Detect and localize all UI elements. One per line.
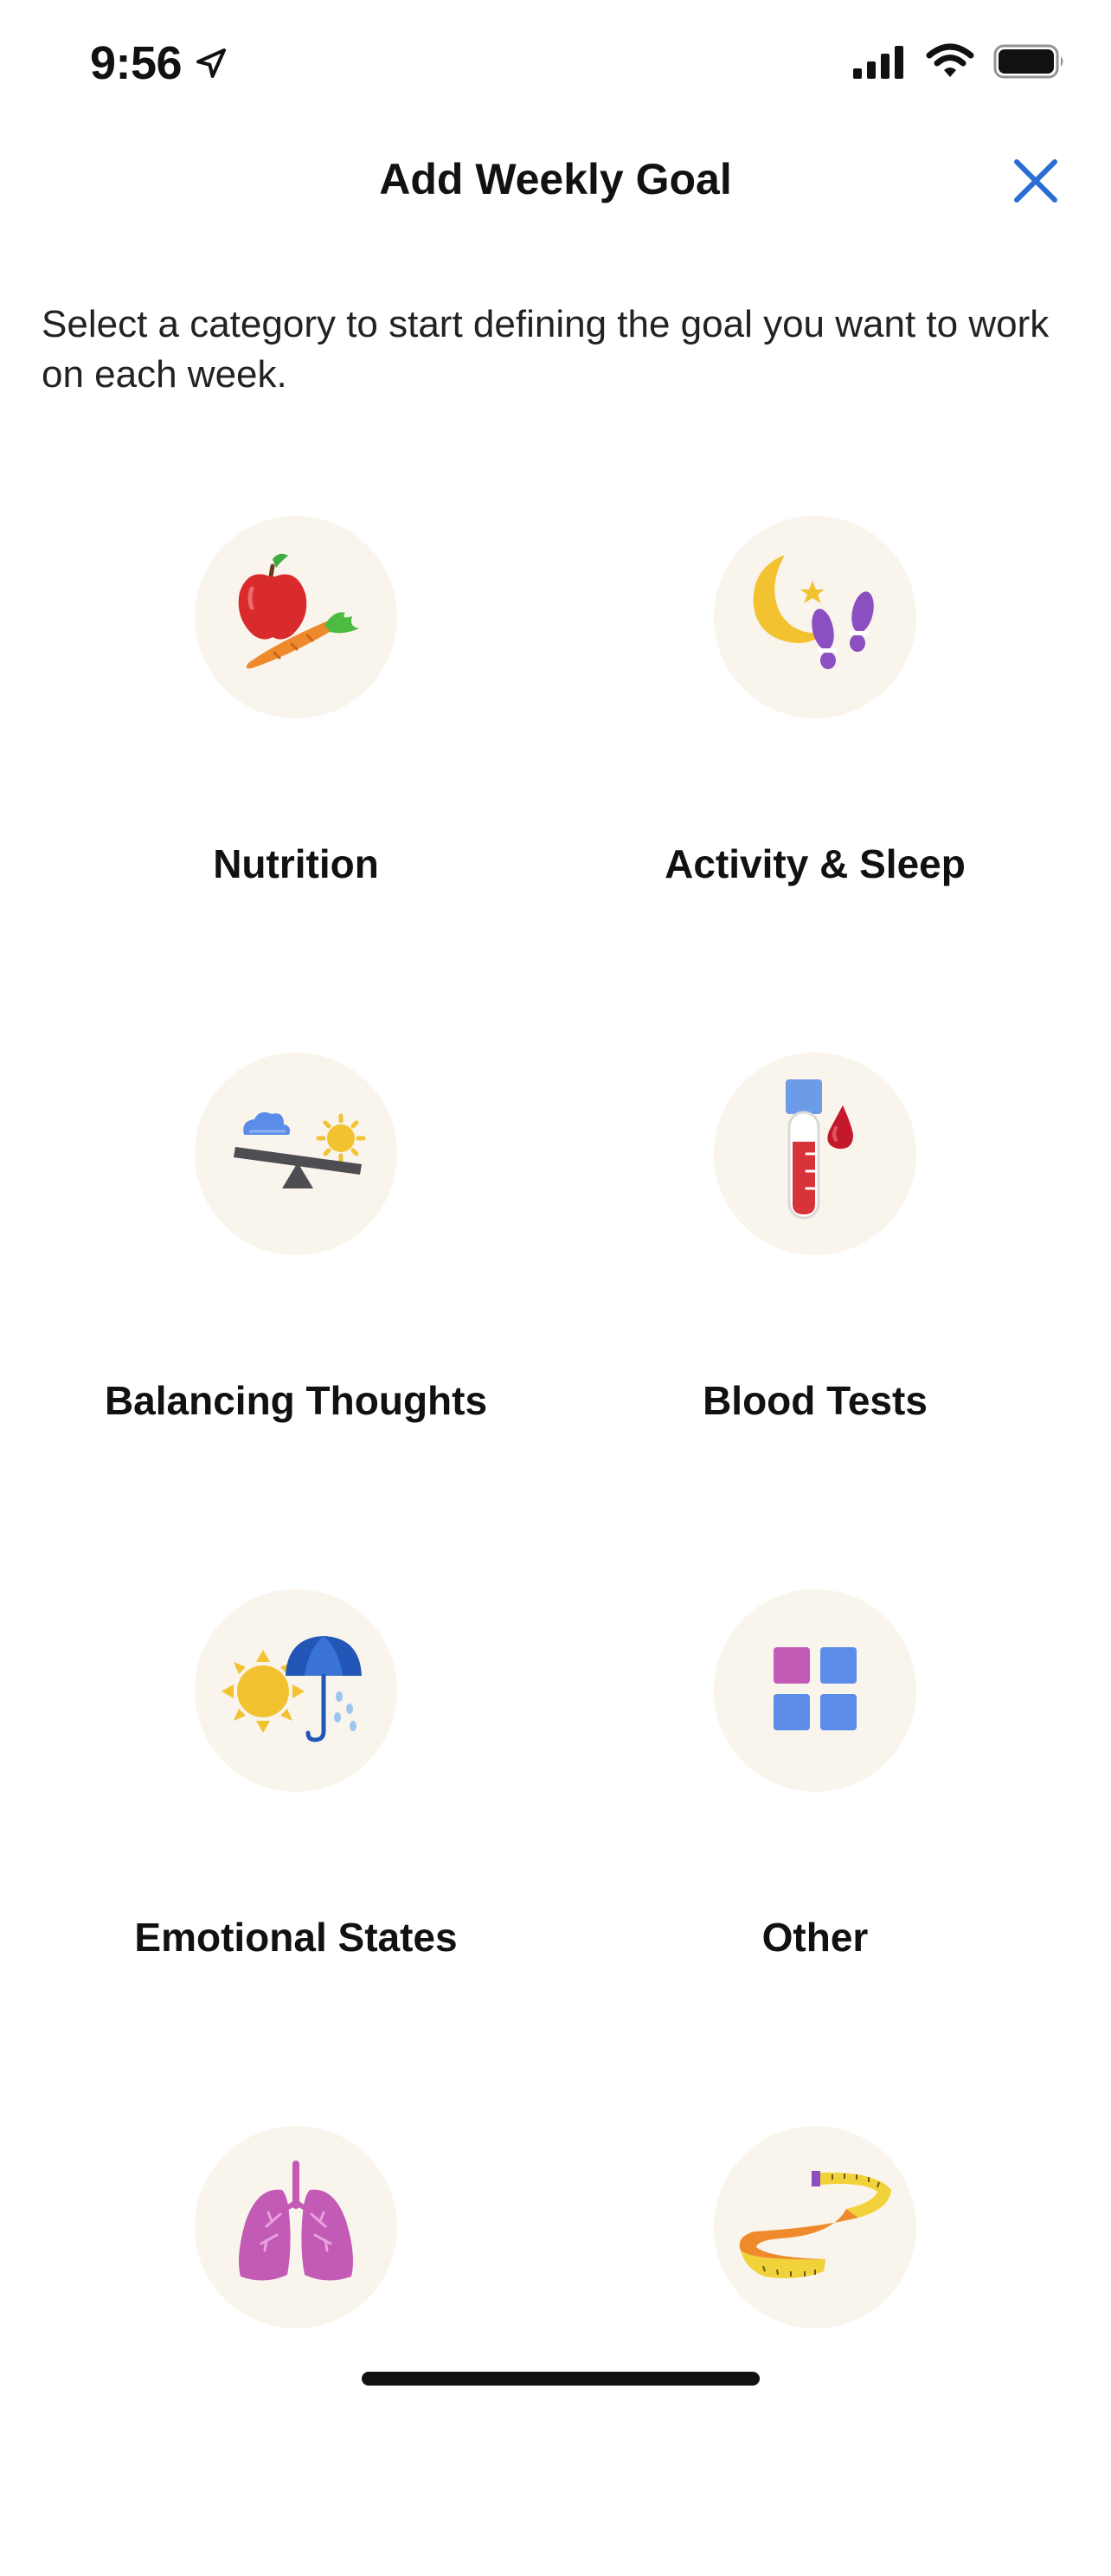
measuring-tape-icon <box>729 2161 902 2295</box>
status-time: 9:56 <box>90 36 228 90</box>
wifi-icon <box>926 43 974 84</box>
category-other[interactable]: Other <box>573 1589 1057 2039</box>
category-icon-circle <box>714 1053 916 1255</box>
apple-carrot-icon <box>222 551 369 685</box>
status-icons <box>853 43 1066 84</box>
moon-footprints-icon <box>742 546 889 689</box>
category-icon-circle <box>714 2126 916 2328</box>
category-lungs[interactable] <box>54 2126 538 2576</box>
home-indicator[interactable] <box>362 2372 760 2386</box>
close-icon <box>1011 157 1060 209</box>
page-title: Add Weekly Goal <box>379 155 732 203</box>
category-measurements[interactable] <box>573 2126 1057 2576</box>
category-icon-circle <box>195 1589 397 1792</box>
status-bar: 9:56 <box>0 0 1111 130</box>
category-nutrition[interactable]: Nutrition <box>54 516 538 966</box>
location-arrow-icon <box>194 46 228 80</box>
battery-icon <box>993 44 1066 83</box>
category-icon-circle <box>195 1053 397 1255</box>
category-label: Balancing Thoughts <box>104 1378 488 1423</box>
category-icon-circle <box>714 1589 916 1792</box>
category-label: Nutrition <box>213 841 379 886</box>
category-label: Emotional States <box>134 1915 458 1960</box>
status-time-text: 9:56 <box>90 37 183 89</box>
category-activity-sleep[interactable]: Activity & Sleep <box>573 516 1057 966</box>
category-emotional-states[interactable]: Emotional States <box>54 1589 538 2039</box>
category-icon-circle <box>195 2126 397 2328</box>
test-tube-blood-drop-icon <box>755 1074 876 1234</box>
seesaw-cloud-sun-icon <box>218 1092 374 1217</box>
lungs-icon <box>227 2160 365 2295</box>
category-label: Other <box>761 1915 869 1960</box>
category-icon-circle <box>195 516 397 718</box>
category-label: Blood Tests <box>703 1378 928 1423</box>
category-label: Activity & Sleep <box>665 841 966 886</box>
grid-squares-icon <box>772 1645 858 1736</box>
category-icon-circle <box>714 516 916 718</box>
category-balancing-thoughts[interactable]: Balancing Thoughts <box>54 1053 538 1503</box>
sun-umbrella-icon <box>218 1624 374 1758</box>
header: Add Weekly Goal <box>0 138 1111 225</box>
category-blood-tests[interactable]: Blood Tests <box>573 1053 1057 1503</box>
cellular-signal-icon <box>853 44 907 83</box>
close-button[interactable] <box>1005 152 1066 213</box>
instructions-text: Select a category to start defining the … <box>42 303 1050 396</box>
